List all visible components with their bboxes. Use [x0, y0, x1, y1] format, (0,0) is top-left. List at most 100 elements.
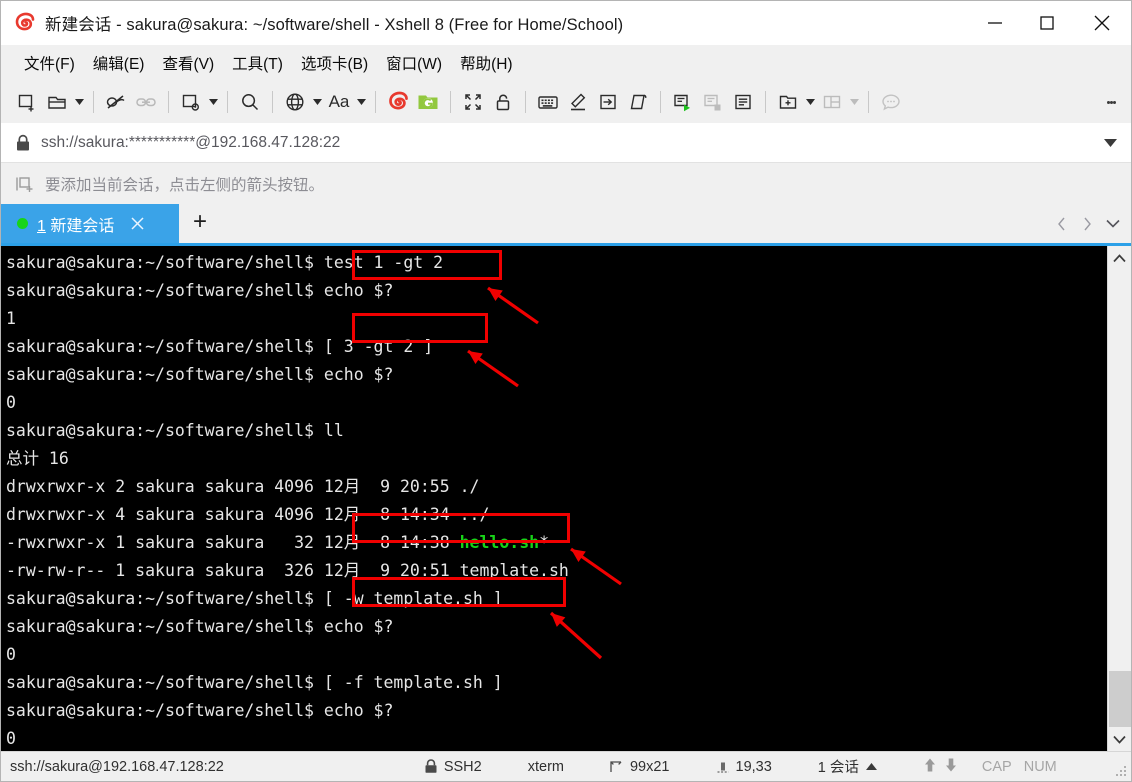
terminal-text: echo $?: [323, 365, 394, 384]
lock-icon[interactable]: [488, 87, 518, 117]
font-size-label: Aa: [328, 92, 350, 111]
window-controls: [969, 1, 1131, 45]
globe-icon[interactable]: [280, 87, 310, 117]
lock-icon: [424, 759, 438, 774]
terminal-text: ll: [323, 421, 344, 440]
session-properties-icon[interactable]: [176, 87, 206, 117]
menu-help[interactable]: 帮助(H): [451, 49, 522, 77]
scrollbar-thumb[interactable]: [1108, 671, 1131, 727]
status-sessions[interactable]: 1 会话: [818, 756, 877, 777]
resize-grip-icon[interactable]: [1116, 766, 1128, 778]
status-cursor-label: 19,33: [735, 758, 772, 775]
tab-list-chevron-down-icon[interactable]: [1101, 207, 1125, 241]
toolbar-separator: [168, 91, 169, 113]
chevron-down-icon[interactable]: [1104, 123, 1117, 163]
overflow-menu-icon[interactable]: [1100, 81, 1122, 123]
scroll-down-button[interactable]: [1108, 727, 1132, 751]
terminal-output[interactable]: sakura@sakura:~/software/shell$ test 1 -…: [1, 246, 1107, 751]
menu-tabs[interactable]: 选项卡(B): [292, 49, 377, 77]
status-sessions-label: 1 会话: [817, 760, 859, 776]
terminal-line: 总计 16: [6, 445, 1107, 473]
terminal-line: drwxrwxr-x 4 sakura sakura 4096 12月 8 14…: [6, 501, 1107, 529]
terminal-text: test 1 -gt 2: [323, 253, 444, 272]
xftp-icon[interactable]: [413, 87, 443, 117]
terminal-text: drwxrwxr-x 2 sakura sakura 4096 12月 9 20…: [6, 477, 480, 496]
new-pane-dropdown-icon[interactable]: [803, 99, 817, 105]
terminal-prompt: sakura@sakura:~/software/shell$: [6, 253, 324, 272]
toolbar: Aa: [1, 81, 1131, 123]
new-pane-icon[interactable]: [773, 87, 803, 117]
title-bar: 新建会话 - sakura@sakura: ~/software/shell -…: [1, 1, 1131, 45]
script-run-icon[interactable]: [668, 87, 698, 117]
keyboard-icon[interactable]: [533, 87, 563, 117]
terminal-text: *: [539, 533, 550, 552]
terminal-line: 1: [6, 305, 1107, 333]
terminal-line: sakura@sakura:~/software/shell$ echo $?: [6, 697, 1107, 725]
terminal-text: 1: [6, 309, 16, 328]
search-icon[interactable]: [235, 87, 265, 117]
menu-tools[interactable]: 工具(T): [223, 49, 292, 77]
terminal-prompt: sakura@sakura:~/software/shell$: [6, 365, 324, 384]
status-size: 99x21: [610, 759, 670, 775]
add-session-icon[interactable]: [15, 174, 35, 194]
chevron-up-icon[interactable]: [865, 763, 877, 770]
send-key-icon[interactable]: [593, 87, 623, 117]
menu-file[interactable]: 文件(F): [15, 49, 84, 77]
terminal-line: sakura@sakura:~/software/shell$ test 1 -…: [6, 249, 1107, 277]
terminal-prompt: sakura@sakura:~/software/shell$: [6, 673, 324, 692]
address-bar[interactable]: ssh://sakura:***********@192.168.47.128:…: [1, 123, 1131, 163]
terminal-text: 0: [6, 729, 16, 748]
session-properties-dropdown-icon[interactable]: [206, 99, 220, 105]
globe-dropdown-icon[interactable]: [310, 99, 324, 105]
new-tab-button[interactable]: +: [179, 204, 221, 243]
terminal-line: sakura@sakura:~/software/shell$ echo $?: [6, 277, 1107, 305]
terminal-text: 0: [6, 645, 16, 664]
address-input[interactable]: ssh://sakura:***********@192.168.47.128:…: [41, 134, 340, 152]
toolbar-separator: [765, 91, 766, 113]
status-terminal-type: xterm: [527, 758, 564, 775]
terminal-line: drwxrwxr-x 2 sakura sakura 4096 12月 9 20…: [6, 473, 1107, 501]
open-folder-dropdown-icon[interactable]: [72, 99, 86, 105]
menu-view[interactable]: 查看(V): [153, 49, 223, 77]
layout-dropdown-icon: [847, 99, 861, 105]
status-bar: ssh://sakura@192.168.47.128:22 SSH2 xter…: [1, 751, 1131, 781]
scrollbar-track[interactable]: [1108, 270, 1132, 727]
minimize-button[interactable]: [969, 1, 1021, 45]
menu-edit[interactable]: 编辑(E): [84, 49, 154, 77]
terminal-prompt: sakura@sakura:~/software/shell$: [6, 421, 324, 440]
font-size-icon[interactable]: Aa: [324, 87, 354, 117]
log-icon[interactable]: [728, 87, 758, 117]
terminal-line: sakura@sakura:~/software/shell$ [ -w tem…: [6, 585, 1107, 613]
status-num: NUM: [1023, 758, 1057, 775]
new-session-icon[interactable]: [12, 87, 42, 117]
screen-size-icon: [610, 760, 624, 774]
font-size-dropdown-icon[interactable]: [354, 99, 368, 105]
chevron-right-icon[interactable]: [1075, 207, 1099, 241]
toolbar-separator: [525, 91, 526, 113]
fullscreen-icon[interactable]: [458, 87, 488, 117]
tab-close-icon[interactable]: [128, 215, 146, 233]
tab-label: 1 新建会话: [37, 212, 114, 236]
open-folder-icon[interactable]: [42, 87, 72, 117]
disconnect-icon[interactable]: [101, 87, 131, 117]
paste-icon[interactable]: [623, 87, 653, 117]
scroll-up-button[interactable]: [1108, 246, 1132, 270]
toolbar-separator: [450, 91, 451, 113]
lock-icon: [15, 134, 31, 152]
close-button[interactable]: [1073, 1, 1131, 45]
menu-bar: 文件(F) 编辑(E) 查看(V) 工具(T) 选项卡(B) 窗口(W) 帮助(…: [1, 45, 1131, 81]
status-security-label: SSH2: [443, 758, 482, 775]
maximize-button[interactable]: [1021, 1, 1073, 45]
tab-new-session[interactable]: 1 新建会话: [1, 204, 179, 243]
status-transfer-arrows: [923, 757, 958, 777]
terminal-text: [ -w template.sh ]: [323, 589, 503, 608]
terminal-line: sakura@sakura:~/software/shell$ ll: [6, 417, 1107, 445]
terminal-prompt: sakura@sakura:~/software/shell$: [6, 337, 324, 356]
chevron-left-icon[interactable]: [1049, 207, 1073, 241]
menu-window[interactable]: 窗口(W): [377, 49, 451, 77]
notice-bar: 要添加当前会话，点击左侧的箭头按钮。: [1, 163, 1131, 204]
xshell-logo-icon[interactable]: [383, 87, 413, 117]
connected-dot-icon: [17, 218, 28, 229]
highlight-icon[interactable]: [563, 87, 593, 117]
terminal-scrollbar[interactable]: [1107, 246, 1131, 751]
